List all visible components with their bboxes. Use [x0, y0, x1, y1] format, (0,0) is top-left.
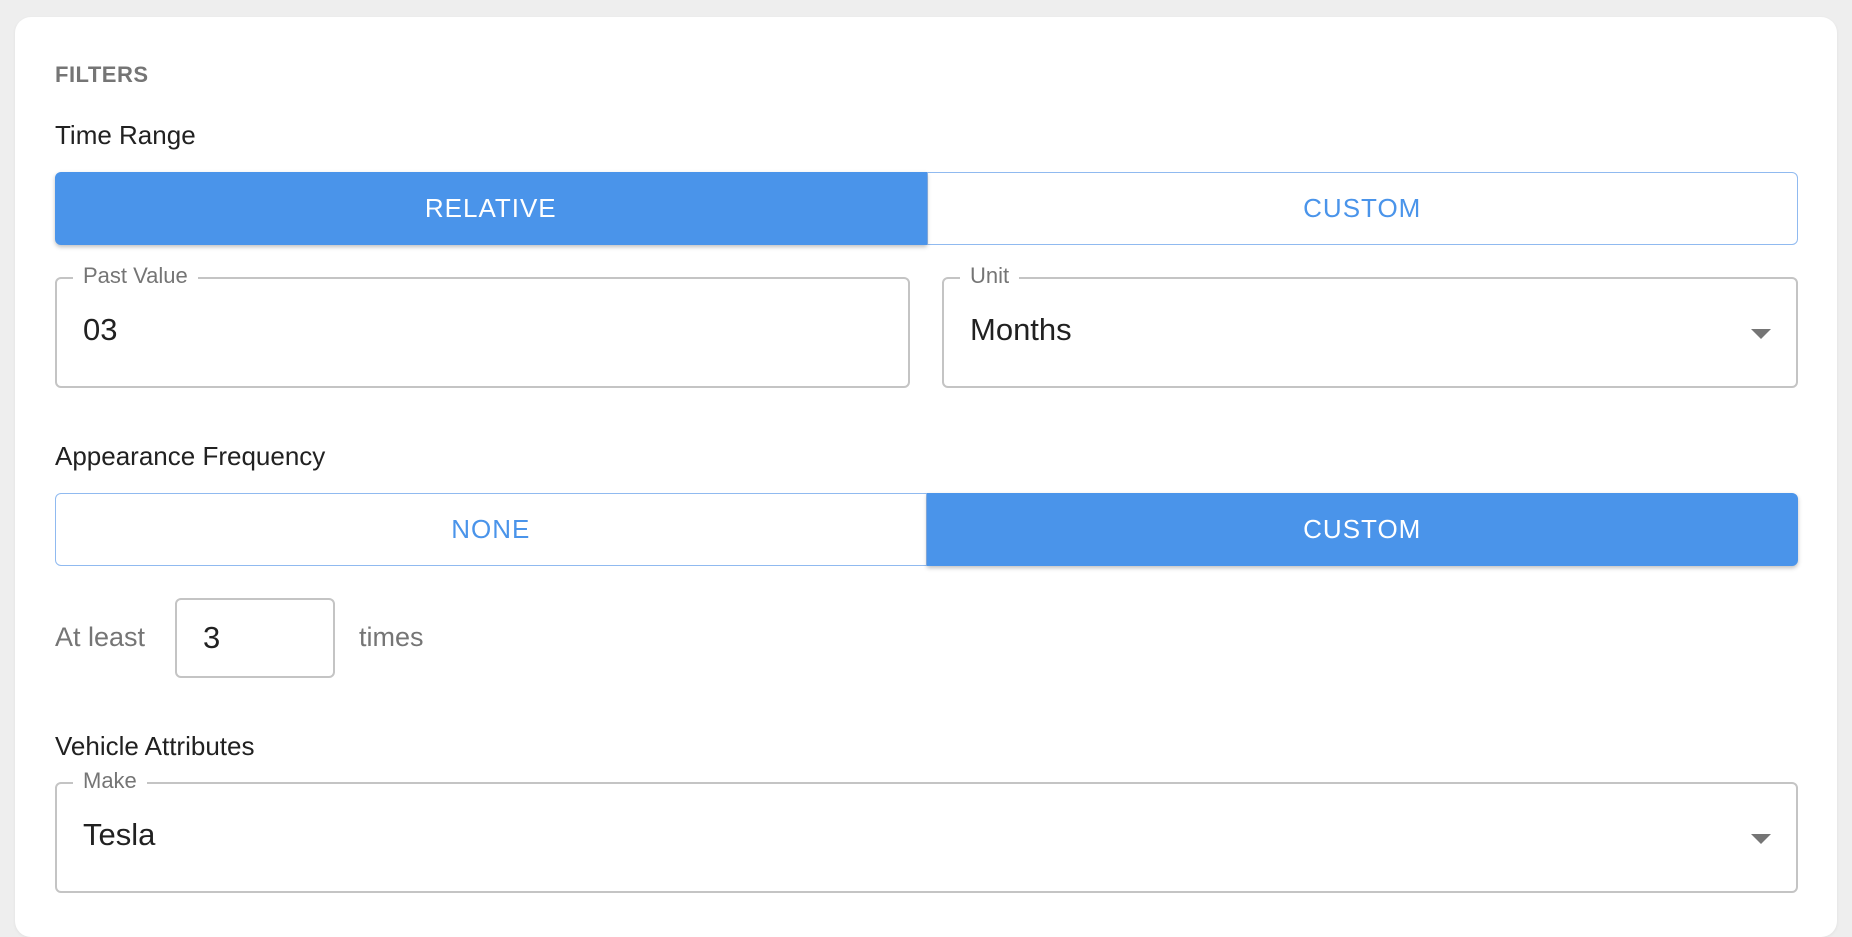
unit-legend: Unit — [960, 263, 1020, 289]
make-legend: Make — [73, 768, 147, 794]
vehicle-attributes-label: Vehicle Attributes — [55, 731, 255, 761]
caret-down-icon[interactable] — [1751, 834, 1771, 844]
filters-heading: FILTERS — [55, 62, 149, 87]
past-value-input-value: 03 — [83, 312, 118, 347]
frequency-count-value: 3 — [203, 620, 221, 655]
make-selected-value: Tesla — [83, 817, 156, 852]
past-value-field[interactable]: Past Value 03 — [55, 263, 910, 388]
appearance-frequency-custom-button[interactable]: CUSTOM — [926, 493, 1798, 566]
unit-selected-value: Months — [970, 312, 1072, 347]
time-range-toggle-group: RELATIVE CUSTOM — [55, 172, 1798, 245]
appearance-frequency-toggle-group: NONE CUSTOM — [55, 493, 1798, 566]
make-select[interactable]: Make Tesla — [55, 768, 1798, 893]
frequency-count-input[interactable]: 3 — [175, 598, 335, 678]
time-range-custom-button[interactable]: CUSTOM — [926, 172, 1798, 245]
caret-down-icon[interactable] — [1751, 329, 1771, 339]
past-value-legend: Past Value — [73, 263, 198, 289]
unit-select[interactable]: Unit Months — [942, 263, 1798, 388]
times-label: times — [359, 622, 424, 652]
time-range-label: Time Range — [55, 120, 196, 150]
time-range-relative-button[interactable]: RELATIVE — [55, 172, 927, 245]
at-least-label: At least — [55, 622, 146, 652]
appearance-frequency-label: Appearance Frequency — [55, 441, 326, 471]
appearance-frequency-none-button[interactable]: NONE — [55, 493, 927, 566]
